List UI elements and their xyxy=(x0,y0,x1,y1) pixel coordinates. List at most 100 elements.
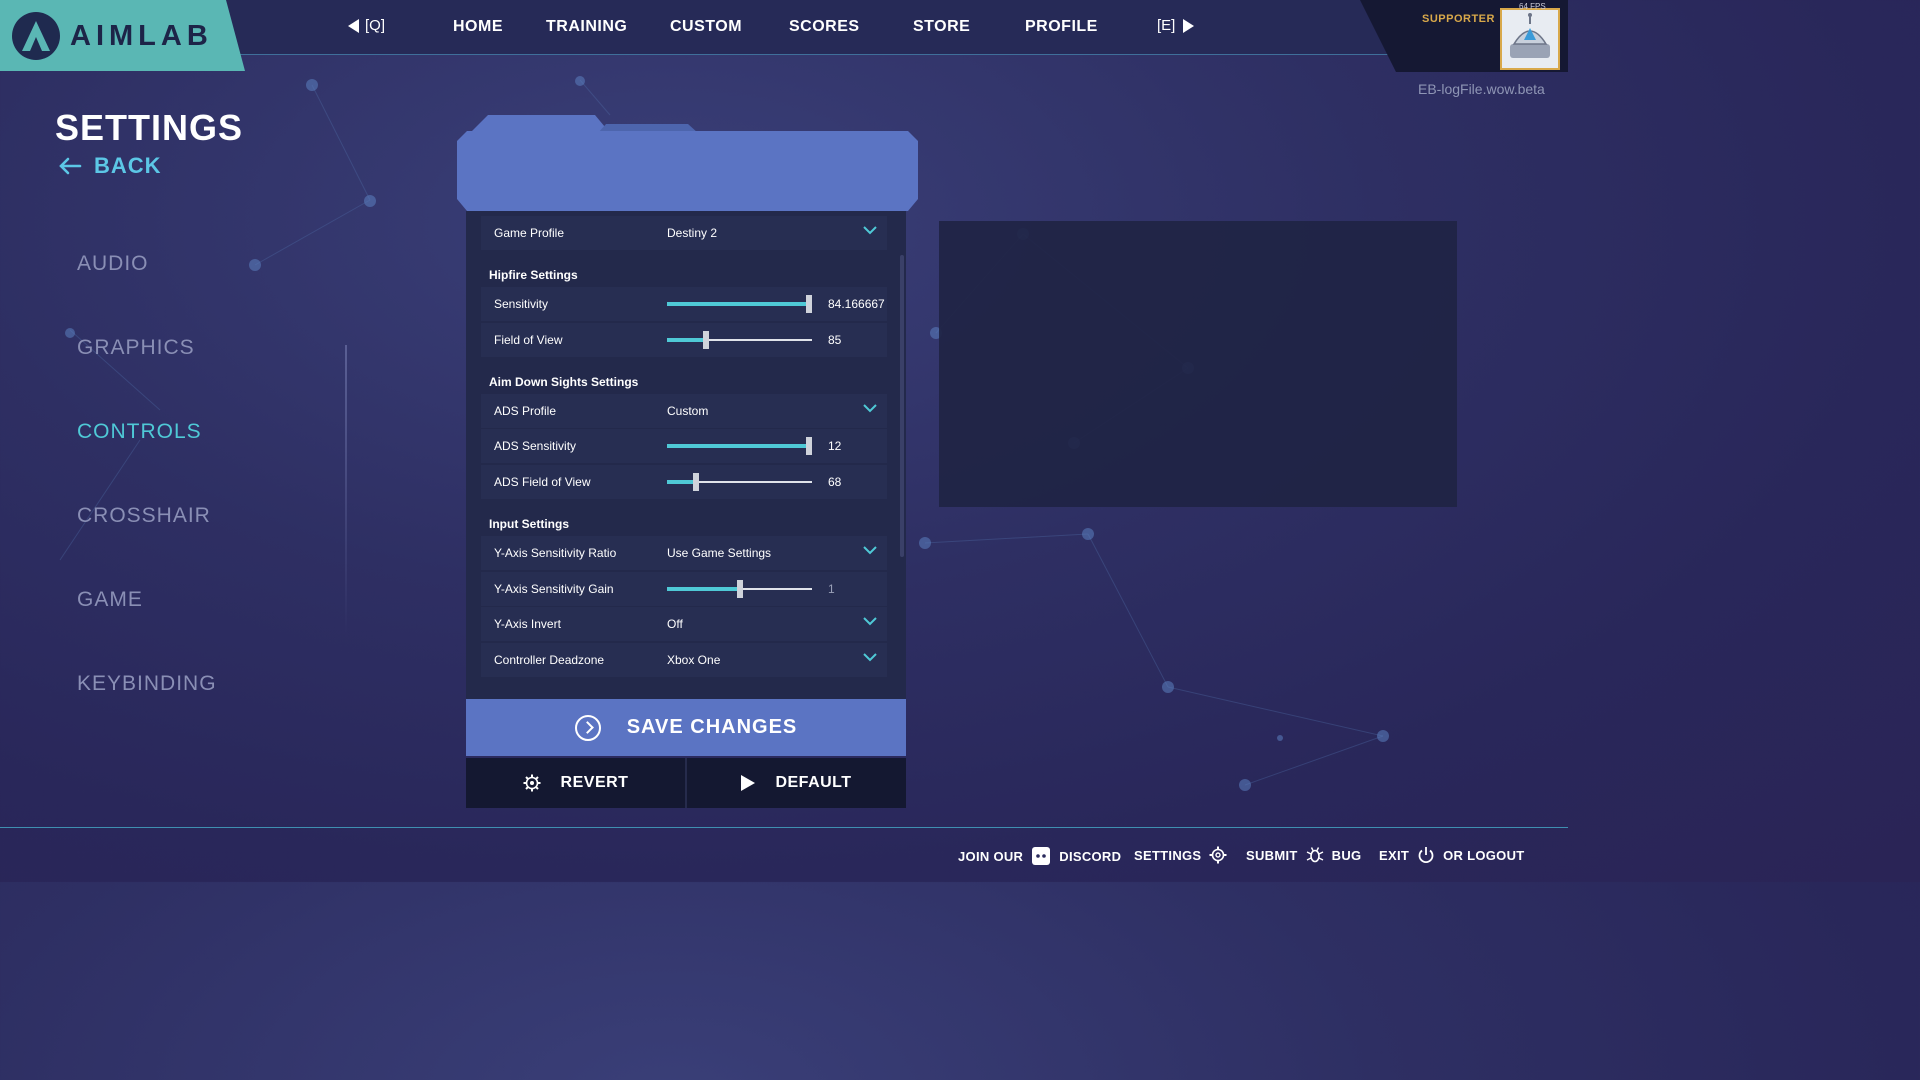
sidebar-item-graphics[interactable]: GRAPHICS xyxy=(77,336,195,360)
y-invert-value: Off xyxy=(667,617,683,631)
fov-slider[interactable] xyxy=(667,331,812,349)
play-icon xyxy=(741,775,756,791)
avatar[interactable] xyxy=(1500,8,1560,70)
brand-name: AIMLAB xyxy=(70,20,213,52)
deadzone-label: Controller Deadzone xyxy=(494,653,605,667)
logout-label: OR LOGOUT xyxy=(1443,847,1525,863)
robot-avatar-icon xyxy=(1510,13,1550,58)
power-icon xyxy=(1418,847,1434,864)
default-button[interactable]: DEFAULT xyxy=(687,758,906,808)
ads-section-title: Aim Down Sights Settings xyxy=(489,375,639,389)
nav-next-key: [E] xyxy=(1157,17,1176,34)
slider-thumb[interactable] xyxy=(806,295,812,313)
y-ratio-label: Y-Axis Sensitivity Ratio xyxy=(494,546,617,560)
discord-link[interactable]: JOIN OUR DISCORD xyxy=(958,846,1121,866)
slider-thumb[interactable] xyxy=(737,580,743,598)
sensitivity-value[interactable]: 84.166667 xyxy=(828,297,885,311)
sidebar-item-keybinding[interactable]: KEYBINDING xyxy=(77,672,217,696)
y-invert-label: Y-Axis Invert xyxy=(494,617,561,631)
ads-fov-row: ADS Field of View 68 xyxy=(481,465,887,499)
deadzone-dropdown[interactable]: Controller Deadzone Xbox One xyxy=(481,643,887,677)
sidebar-divider xyxy=(345,345,347,635)
submit-bug-link[interactable]: SUBMIT BUG xyxy=(1246,846,1361,864)
bug-icon xyxy=(1306,847,1323,863)
save-changes-label: SAVE CHANGES xyxy=(626,716,798,738)
footer-settings-link[interactable]: SETTINGS xyxy=(1134,846,1227,864)
slider-fill xyxy=(667,480,696,484)
y-gain-value[interactable]: 1 xyxy=(828,582,835,596)
ads-sensitivity-row: ADS Sensitivity 12 xyxy=(481,429,887,463)
back-label: BACK xyxy=(94,153,162,178)
ads-sensitivity-slider[interactable] xyxy=(667,437,812,455)
slider-thumb[interactable] xyxy=(703,331,709,349)
sidebar-item-game[interactable]: GAME xyxy=(77,588,143,612)
supporter-badge: SUPPORTER xyxy=(1422,13,1495,25)
sidebar-item-audio[interactable]: AUDIO xyxy=(77,252,149,276)
default-label: DEFAULT xyxy=(775,774,852,791)
slider-fill xyxy=(667,587,740,591)
footer-settings-label: SETTINGS xyxy=(1134,847,1202,863)
y-gain-slider[interactable] xyxy=(667,580,812,598)
log-file-label: EB-logFile.wow.beta xyxy=(1418,81,1545,97)
ads-profile-dropdown[interactable]: ADS Profile Custom xyxy=(481,394,887,428)
slider-fill xyxy=(667,444,809,448)
save-changes-button[interactable]: SAVE CHANGES xyxy=(466,699,906,756)
slider-fill xyxy=(667,302,809,306)
hipfire-section-title: Hipfire Settings xyxy=(489,268,578,282)
aimlab-logo[interactable]: AIMLAB xyxy=(0,0,245,71)
input-section-title: Input Settings xyxy=(489,517,569,531)
secondary-actions: REVERT DEFAULT xyxy=(466,758,906,808)
gear-icon xyxy=(523,774,541,792)
nav-profile[interactable]: PROFILE xyxy=(1025,18,1098,36)
nav-custom[interactable]: CUSTOM xyxy=(670,18,742,36)
slider-thumb[interactable] xyxy=(693,473,699,491)
chevron-down-icon xyxy=(863,653,877,662)
ads-sensitivity-label: ADS Sensitivity xyxy=(494,439,577,453)
ads-sensitivity-value[interactable]: 12 xyxy=(828,439,841,453)
game-profile-dropdown[interactable]: Game Profile Destiny 2 xyxy=(481,216,887,250)
chevron-down-icon xyxy=(863,617,877,626)
nav-home[interactable]: HOME xyxy=(453,18,503,36)
triangle-right-icon xyxy=(1183,18,1195,33)
nav-next[interactable]: [E] xyxy=(1157,17,1195,34)
arrow-left-icon xyxy=(59,157,82,175)
chevron-down-icon xyxy=(863,546,877,555)
sidebar-item-controls[interactable]: CONTROLS xyxy=(77,420,202,444)
chevron-down-icon xyxy=(863,404,877,413)
sensitivity-slider[interactable] xyxy=(667,295,812,313)
exit-link[interactable]: EXIT OR LOGOUT xyxy=(1379,846,1525,864)
discord-icon xyxy=(1032,847,1051,865)
revert-button[interactable]: REVERT xyxy=(466,758,685,808)
sensitivity-label: Sensitivity xyxy=(494,297,549,311)
join-label: JOIN OUR xyxy=(958,848,1024,864)
y-ratio-dropdown[interactable]: Y-Axis Sensitivity Ratio Use Game Settin… xyxy=(481,536,887,570)
panel-scrollbar[interactable] xyxy=(900,255,904,557)
triangle-left-icon xyxy=(348,18,359,33)
slider-fill xyxy=(667,338,706,342)
preview-area xyxy=(939,221,1457,507)
exit-label: EXIT xyxy=(1379,847,1410,863)
y-invert-dropdown[interactable]: Y-Axis Invert Off xyxy=(481,607,887,641)
sidebar-item-crosshair[interactable]: CROSSHAIR xyxy=(77,504,211,528)
discord-label: DISCORD xyxy=(1059,848,1122,864)
back-button[interactable]: BACK xyxy=(58,153,162,179)
gear-icon xyxy=(1209,846,1227,864)
panel-tab-1[interactable] xyxy=(470,115,610,133)
fps-counter: 64 FPS xyxy=(1519,2,1546,11)
nav-scores[interactable]: SCORES xyxy=(789,18,860,36)
bug-label: BUG xyxy=(1331,847,1362,863)
ads-fov-value[interactable]: 68 xyxy=(828,475,841,489)
page-title: SETTINGS xyxy=(55,107,244,148)
nav-store[interactable]: STORE xyxy=(913,18,970,36)
ads-fov-label: ADS Field of View xyxy=(494,475,591,489)
y-ratio-value: Use Game Settings xyxy=(667,546,772,560)
slider-thumb[interactable] xyxy=(806,437,812,455)
fov-label: Field of View xyxy=(494,333,563,347)
nav-prev[interactable]: [Q] xyxy=(348,17,385,34)
ads-fov-slider[interactable] xyxy=(667,473,812,491)
game-profile-label: Game Profile xyxy=(494,226,565,240)
sensitivity-row: Sensitivity 84.166667 xyxy=(481,287,887,321)
nav-training[interactable]: TRAINING xyxy=(546,18,627,36)
chevron-down-icon xyxy=(863,226,877,235)
fov-value[interactable]: 85 xyxy=(828,333,841,347)
